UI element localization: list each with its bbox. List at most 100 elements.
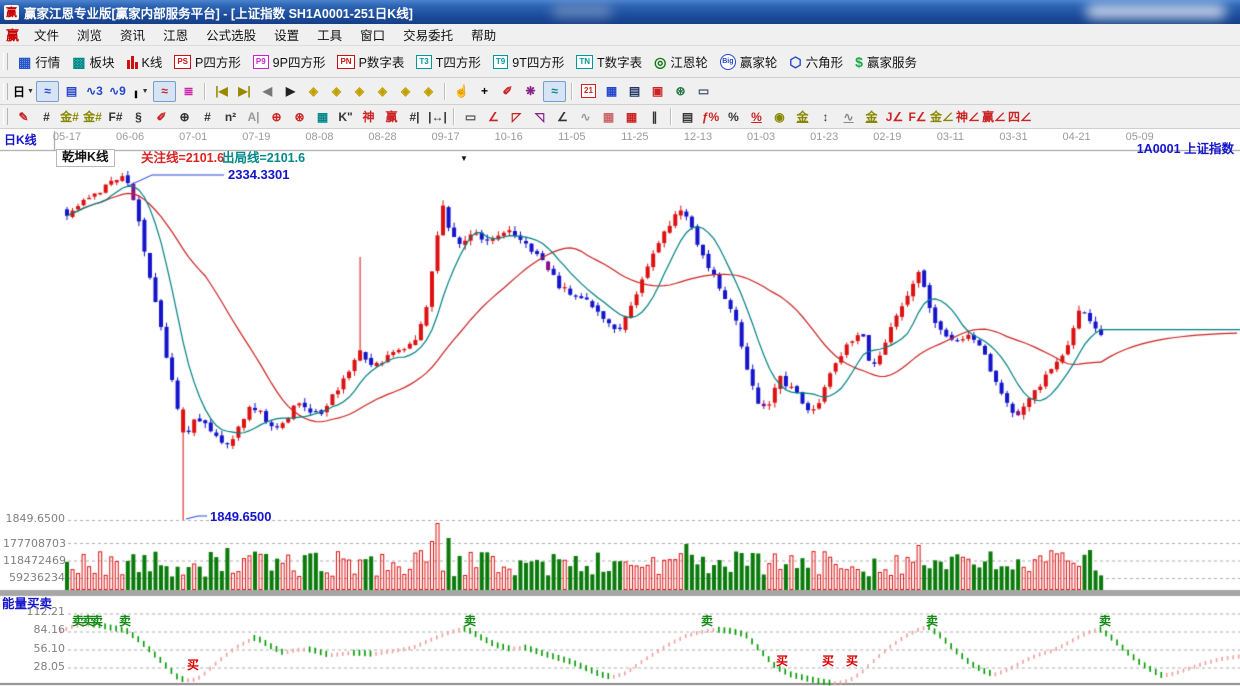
percent-icon[interactable]: % [723,107,744,126]
gann-wheel-button[interactable]: ◎江恩轮 [648,49,714,75]
red-star-circle-icon[interactable]: ⊛ [289,107,310,126]
shen-grid-icon[interactable]: 神 [358,107,379,126]
calculator-tool-icon[interactable]: ▦ [601,82,622,101]
gold-level-icon[interactable]: 金 [792,107,813,126]
hexagon-button[interactable]: ⬡六角形 [783,49,849,75]
kline-chart-canvas[interactable] [0,129,1240,686]
menu-item-文件[interactable]: 文件 [25,23,68,46]
gold-circle-icon[interactable]: ◉ [769,107,790,126]
fan-box-purple-icon[interactable]: ◹ [529,107,550,126]
page-left-icon[interactable]: ◀ [257,82,278,101]
shen-angle-icon[interactable]: 神∠ [956,107,980,126]
page-right-icon[interactable]: ▶ [280,82,301,101]
spiral-tool-icon[interactable]: § [128,107,149,126]
wave-9-icon[interactable]: ∿9 [107,82,128,101]
grid-tool-icon[interactable]: # [36,107,57,126]
shift-left-icon[interactable]: ◈ [303,82,324,101]
winner-wheel-button[interactable]: Big赢家轮 [714,49,784,75]
single-kline-dropdown-icon[interactable]: ▼ [142,88,149,95]
pen-grid-icon[interactable]: ✐ [151,107,172,126]
window-controls-blur[interactable] [1086,5,1226,18]
circle-grid-icon[interactable]: ⊕ [174,107,195,126]
scale-tool-icon[interactable]: ↕ [815,107,836,126]
box-tool-icon[interactable]: ▭ [460,107,481,126]
p-square-button[interactable]: PSP四方形 [168,49,247,75]
shift-right-icon[interactable]: ◈ [326,82,347,101]
9p-square-button[interactable]: P99P四方形 [247,49,332,75]
hand-tool-icon[interactable]: ☝ [451,82,472,101]
chart-dropdown-icon[interactable]: ▼ [460,155,468,163]
wave-3-icon[interactable]: ∿3 [84,82,105,101]
menu-item-帮助[interactable]: 帮助 [462,23,505,46]
menu-item-资讯[interactable]: 资讯 [111,23,154,46]
zigzag-dotted-icon[interactable]: ∿ [575,107,596,126]
teal-box-grid-icon[interactable]: ▦ [312,107,333,126]
crosshair-tool-icon[interactable]: + [474,82,495,101]
gold-grid-b-icon[interactable]: 金# [82,107,103,126]
t-square-button[interactable]: T3T四方形 [410,49,486,75]
menu-item-交易委托[interactable]: 交易委托 [394,23,462,46]
dot-grid-red-a-icon[interactable]: ▦ [598,107,619,126]
fence-grid-icon[interactable]: #| [404,107,425,126]
win-angle-icon[interactable]: 赢∠ [982,107,1006,126]
single-kline-icon[interactable]: ╻▼ [130,82,151,101]
trend-fan-icon[interactable]: ∠ [552,107,573,126]
fan-box-red-icon[interactable]: ◸ [506,107,527,126]
mark-tool-icon[interactable]: ✐ [497,82,518,101]
n2-grid-icon[interactable]: n² [220,107,241,126]
save-layout-icon[interactable]: ▣ [647,82,668,101]
p-table-button[interactable]: PNP数字表 [331,49,410,75]
red-cross-circle-icon[interactable]: ⊕ [266,107,287,126]
print-tool-icon[interactable]: ▭ [693,82,714,101]
quotes-button[interactable]: ▦行情 [12,49,66,75]
compress-all-icon[interactable]: ◈ [395,82,416,101]
t-table-button[interactable]: TNT数字表 [570,49,648,75]
period-selector-dropdown-icon[interactable]: ▼ [27,88,34,95]
fan-red-icon[interactable]: ∠ [483,107,504,126]
f-angle-icon[interactable]: F∠ [907,107,928,126]
web-link-icon[interactable]: ⊛ [670,82,691,101]
j-angle-icon[interactable]: J∠ [884,107,905,126]
four-angle-icon[interactable]: 四∠ [1008,107,1032,126]
jump-last-icon[interactable]: ▶| [234,82,255,101]
angle-measure-icon[interactable]: A| [243,107,264,126]
wave-overlay-red-icon[interactable]: ≈ [153,81,176,102]
wave-ab-icon[interactable]: ∿ [838,107,859,126]
info-panel-icon[interactable]: ▤ [61,82,82,101]
gold-angle-icon[interactable]: 金∠ [930,107,954,126]
parallel-lines-icon[interactable]: ∥ [644,107,665,126]
menu-item-公式选股[interactable]: 公式选股 [197,23,265,46]
line-grid-icon[interactable]: # [197,107,218,126]
trade-notes-icon[interactable]: ▤ [624,82,645,101]
kline-type-selector[interactable]: 乾坤K线 [56,149,115,167]
k-mark-icon[interactable]: K" [335,107,356,126]
wave-overlay-teal-icon[interactable]: ≈ [543,81,566,102]
pen-tool-icon[interactable]: ✎ [13,107,34,126]
menu-item-窗口[interactable]: 窗口 [351,23,394,46]
winner-service-button[interactable]: $赢家服务 [849,49,923,75]
kline-button[interactable]: K线 [121,49,169,75]
percent-line-icon[interactable]: % [746,107,767,126]
compress-x-icon[interactable]: ◈ [372,82,393,101]
gold-red-level-icon[interactable]: 金 [861,107,882,126]
wave-overlay-blue-icon[interactable]: ≈ [36,81,59,102]
expand-x-icon[interactable]: ◈ [349,82,370,101]
gold-grid-a-icon[interactable]: 金# [59,107,80,126]
stat-panel-icon[interactable]: ▤ [677,107,698,126]
volume-profile-icon[interactable]: ≣ [178,82,199,101]
win-grid-icon[interactable]: 赢 [381,107,402,126]
width-measure-icon[interactable]: |↔| [427,107,448,126]
sectors-button[interactable]: ▩板块 [66,49,120,75]
period-selector-icon[interactable]: 日▼ [13,82,34,101]
percent-strike-icon[interactable]: ƒ% [700,107,721,126]
menu-item-江恩[interactable]: 江恩 [154,23,197,46]
jump-first-icon[interactable]: |◀ [211,82,232,101]
menu-item-浏览[interactable]: 浏览 [68,23,111,46]
gann-tool-purple-icon[interactable]: ❋ [520,82,541,101]
menu-item-设置[interactable]: 设置 [265,23,308,46]
fib-grid-icon[interactable]: F# [105,107,126,126]
dot-grid-red-b-icon[interactable]: ▦ [621,107,642,126]
menu-item-工具[interactable]: 工具 [308,23,351,46]
calendar-tool-icon[interactable]: 21 [578,82,599,101]
9t-square-button[interactable]: T99T四方形 [487,49,570,75]
